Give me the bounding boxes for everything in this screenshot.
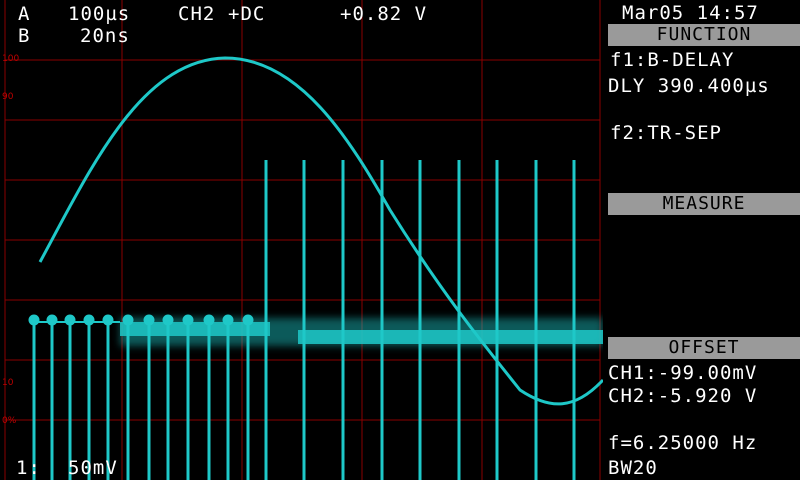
scale-mark-0: 0% [2,416,17,426]
pulse-spike-tip [122,314,134,326]
f1-value: DLY 390.400µs [608,75,770,97]
source-channel: CH2 [178,3,216,25]
offset-header[interactable]: OFFSET [608,337,800,359]
pulse-spike-tip [28,314,40,326]
f1-label[interactable]: f1:B-DELAY [610,50,734,70]
oscilloscope-screen: 100 90 10 0% A 100µs CH2 +DC +0.82 V B 2… [0,0,800,480]
coupling: +DC [228,3,266,25]
pulse-spike-tip [143,314,155,326]
pulse-spike-tip [222,314,234,326]
pulse-spike-tip [203,314,215,326]
pulse-spike-tip [182,314,194,326]
function-header[interactable]: FUNCTION [608,24,800,46]
f2-label[interactable]: f2:TR-SEP [610,123,722,143]
measure-header[interactable]: MEASURE [608,193,800,215]
timebase-a: 100µs [68,3,131,25]
channel-indicator: 1: [16,457,41,479]
volts-per-div: 50mV [68,457,118,479]
pulse-spike-tip [46,314,58,326]
scale-mark-10: 10 [2,378,14,388]
channel-a-label: A [18,3,31,25]
scale-mark-100: 100 [2,54,20,64]
waveform-display [4,0,603,480]
bandwidth-limit: BW20 [608,457,658,479]
frequency-readout: f=6.25000 Hz [608,432,758,454]
datetime: Mar05 14:57 [622,2,759,24]
pulse-spike-tip [64,314,76,326]
pulse-spike-tip [83,314,95,326]
ch1-offset: CH1:-99.00mV [608,362,758,384]
channel-b-label: B [18,25,31,47]
timebase-b: 20ns [80,25,130,47]
pulse-spike-tip [242,314,254,326]
pulse-spike-tip [162,314,174,326]
trigger-level: +0.82 V [340,3,428,25]
side-panel [603,0,800,480]
scale-mark-90: 90 [2,92,14,102]
sine-trace [38,56,603,406]
ch2-offset: CH2:-5.920 V [608,385,758,407]
pulse-spike-tip [102,314,114,326]
